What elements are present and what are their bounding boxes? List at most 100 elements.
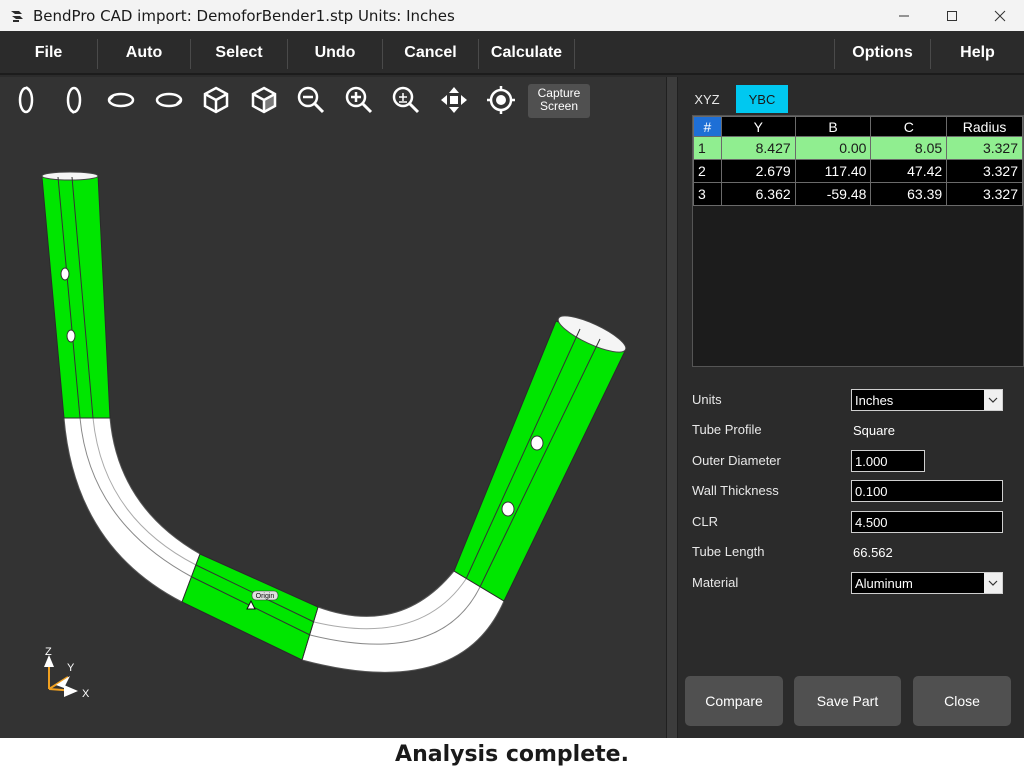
chevron-down-icon xyxy=(984,573,1002,593)
menu-separator xyxy=(574,39,575,69)
menu-options[interactable]: Options xyxy=(835,31,930,75)
cell-index[interactable]: 3 xyxy=(693,182,722,206)
outer-diameter-input[interactable]: 1.000 xyxy=(851,450,925,472)
cell-y[interactable]: 2.679 xyxy=(720,159,796,183)
cell-radius[interactable]: 3.327 xyxy=(946,182,1023,206)
cell-radius[interactable]: 3.327 xyxy=(946,136,1023,160)
pan-button[interactable] xyxy=(436,83,472,117)
material-select[interactable]: Aluminum xyxy=(851,572,1003,594)
window-controls xyxy=(880,0,1024,31)
pane-splitter[interactable] xyxy=(666,77,678,738)
units-select-value: Inches xyxy=(855,392,894,408)
rotate-cw-button[interactable] xyxy=(151,83,187,117)
capture-label-line2: Screen xyxy=(539,99,579,113)
rotate-ccw-button[interactable] xyxy=(103,83,139,117)
cell-c[interactable]: 8.05 xyxy=(870,136,948,160)
cell-radius[interactable]: 3.327 xyxy=(946,159,1023,183)
cell-index[interactable]: 1 xyxy=(693,136,722,160)
rotate-y-icon xyxy=(66,86,81,114)
close-window-button[interactable] xyxy=(976,0,1024,31)
app-window: BendPro CAD import: DemoforBender1.stp U… xyxy=(0,0,1024,771)
clr-label: CLR xyxy=(692,514,719,529)
chevron-down-icon xyxy=(984,390,1002,410)
column-header-radius[interactable]: Radius xyxy=(946,116,1023,137)
iso-view-button[interactable] xyxy=(198,83,234,117)
iso-view-alt-icon xyxy=(251,86,276,114)
tube-model[interactable]: Origin Z Y X xyxy=(0,77,666,738)
cell-c[interactable]: 47.42 xyxy=(870,159,948,183)
capture-screen-button[interactable]: Capture Screen xyxy=(528,84,590,118)
center-target-icon xyxy=(487,86,515,114)
zoom-fit-button[interactable] xyxy=(388,83,424,117)
tube-length-value: 66.562 xyxy=(853,545,893,560)
menu-help[interactable]: Help xyxy=(931,31,1024,75)
center-target-button[interactable] xyxy=(483,83,519,117)
rotate-ccw-icon xyxy=(107,92,135,108)
rotate-y-button[interactable] xyxy=(56,83,92,117)
rotate-x-icon xyxy=(18,86,34,114)
cell-index[interactable]: 2 xyxy=(693,159,722,183)
menu-bar: File Auto Select Undo Cancel Calculate O… xyxy=(0,31,1024,75)
menu-select[interactable]: Select xyxy=(191,31,287,75)
cell-b[interactable]: 117.40 xyxy=(794,159,872,183)
compare-button[interactable]: Compare xyxy=(685,676,783,726)
cell-y[interactable]: 6.362 xyxy=(720,182,796,206)
hole xyxy=(501,501,515,517)
table-row[interactable]: 1 8.427 0.00 8.05 3.327 xyxy=(693,136,1023,160)
maximize-button[interactable] xyxy=(928,0,976,31)
zoom-out-button[interactable] xyxy=(293,83,329,117)
title-bar: BendPro CAD import: DemoforBender1.stp U… xyxy=(0,0,1024,31)
hole xyxy=(530,435,544,451)
menu-auto[interactable]: Auto xyxy=(98,31,190,75)
column-header-b[interactable]: B xyxy=(794,116,872,137)
axis-z-label: Z xyxy=(45,646,52,658)
iso-view-alt-button[interactable] xyxy=(246,83,282,117)
straight-segment-1[interactable] xyxy=(41,174,111,419)
close-button[interactable]: Close xyxy=(913,676,1011,726)
tube-end xyxy=(41,171,99,181)
bend-data-grid: # Y B C Radius 1 8.427 0.00 8.05 3.327 2… xyxy=(693,116,1023,206)
tube-profile-label: Tube Profile xyxy=(692,422,762,437)
rotate-cw-icon xyxy=(155,92,182,108)
outer-diameter-label: Outer Diameter xyxy=(692,453,781,468)
hole xyxy=(60,267,70,281)
units-select[interactable]: Inches xyxy=(851,389,1003,411)
material-select-value: Aluminum xyxy=(855,575,913,591)
wall-thickness-label: Wall Thickness xyxy=(692,483,779,498)
minimize-icon xyxy=(899,15,909,16)
clr-input[interactable]: 4.500 xyxy=(851,511,1003,533)
straight-segment-3[interactable] xyxy=(453,320,627,602)
tube-profile-value: Square xyxy=(853,423,895,438)
column-header-y[interactable]: Y xyxy=(720,116,796,137)
tab-ybc[interactable]: YBC xyxy=(736,85,788,113)
axis-y-label: Y xyxy=(67,662,75,674)
menu-cancel[interactable]: Cancel xyxy=(383,31,478,75)
cell-b[interactable]: 0.00 xyxy=(794,136,872,160)
save-part-button[interactable]: Save Part xyxy=(794,676,901,726)
wall-thickness-input[interactable]: 0.100 xyxy=(851,480,1003,502)
3d-viewport[interactable]: Origin Z Y X xyxy=(0,77,666,738)
menu-calculate[interactable]: Calculate xyxy=(479,31,574,75)
app-logo-icon xyxy=(11,10,23,22)
minimize-button[interactable] xyxy=(880,0,928,31)
column-header-c[interactable]: C xyxy=(870,116,948,137)
zoom-in-icon xyxy=(345,86,372,114)
zoom-in-button[interactable] xyxy=(341,83,377,117)
table-row[interactable]: 2 2.679 117.40 47.42 3.327 xyxy=(693,159,1023,183)
tab-xyz[interactable]: XYZ xyxy=(686,85,728,113)
status-message: Analysis complete. xyxy=(395,742,629,767)
table-row[interactable]: 3 6.362 -59.48 63.39 3.327 xyxy=(693,182,1023,206)
menu-file[interactable]: File xyxy=(0,31,97,75)
cell-c[interactable]: 63.39 xyxy=(870,182,948,206)
axis-x-label: X xyxy=(82,688,90,700)
menu-undo[interactable]: Undo xyxy=(288,31,382,75)
cell-b[interactable]: -59.48 xyxy=(794,182,872,206)
bend-segment-2[interactable] xyxy=(301,570,505,673)
cell-y[interactable]: 8.427 xyxy=(720,136,796,160)
material-label: Material xyxy=(692,575,739,590)
close-icon xyxy=(994,10,1006,21)
column-header-index[interactable]: # xyxy=(693,116,722,137)
rotate-x-button[interactable] xyxy=(8,83,44,117)
tube-length-label: Tube Length xyxy=(692,544,765,559)
bend-table: # Y B C Radius 1 8.427 0.00 8.05 3.327 2… xyxy=(692,115,1024,367)
